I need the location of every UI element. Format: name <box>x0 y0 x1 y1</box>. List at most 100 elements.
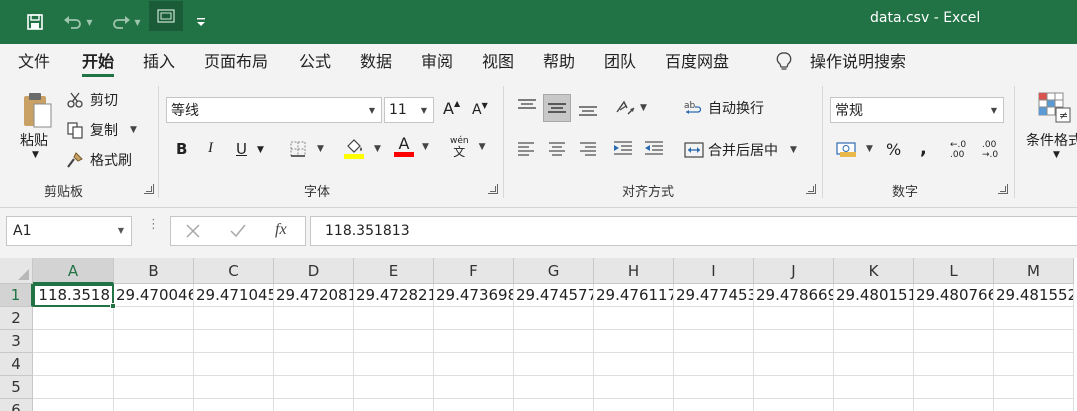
cell-e3[interactable] <box>354 330 434 353</box>
cell-d5[interactable] <box>274 376 354 399</box>
cell-g4[interactable] <box>514 353 594 376</box>
copy-chevron-down-icon[interactable]: ▼ <box>130 125 137 135</box>
cell-k5[interactable] <box>834 376 914 399</box>
percent-style-button[interactable]: % <box>886 140 901 159</box>
column-header-h[interactable]: H <box>594 258 674 284</box>
paste-icon[interactable] <box>18 88 56 132</box>
cell-m4[interactable] <box>994 353 1074 376</box>
font-color-button[interactable]: A ▼ <box>394 136 429 157</box>
row-header-2[interactable]: 2 <box>0 307 33 330</box>
cell-m3[interactable] <box>994 330 1074 353</box>
column-header-l[interactable]: L <box>914 258 994 284</box>
cell-l5[interactable] <box>914 376 994 399</box>
italic-button[interactable]: I <box>208 140 213 157</box>
row-header-3[interactable]: 3 <box>0 330 33 353</box>
cell-m2[interactable] <box>994 307 1074 330</box>
column-header-c[interactable]: C <box>194 258 274 284</box>
column-header-m[interactable]: M <box>994 258 1074 284</box>
font-launcher-icon[interactable] <box>488 184 498 194</box>
borders-button[interactable]: ▼ <box>289 140 324 158</box>
cell-a6[interactable] <box>33 399 114 411</box>
cell-c3[interactable] <box>194 330 274 353</box>
tab-home[interactable]: 开始 <box>82 44 115 80</box>
column-header-a[interactable]: A <box>33 258 114 284</box>
cell-i3[interactable] <box>674 330 754 353</box>
tab-team[interactable]: 团队 <box>604 44 636 80</box>
row-header-1[interactable]: 1 <box>0 284 33 307</box>
cell-j4[interactable] <box>754 353 834 376</box>
merge-chevron-down-icon[interactable]: ▼ <box>790 145 797 155</box>
formula-bar-grip-icon[interactable]: ⋮ <box>147 218 160 231</box>
align-left-icon[interactable] <box>516 140 536 156</box>
align-right-icon[interactable] <box>578 140 598 156</box>
orientation-button[interactable]: ▼ <box>614 98 647 118</box>
cell-g1[interactable]: 29.474577 <box>514 284 594 307</box>
increase-indent-icon[interactable] <box>643 140 665 156</box>
cell-i4[interactable] <box>674 353 754 376</box>
cell-f3[interactable] <box>434 330 514 353</box>
cell-j5[interactable] <box>754 376 834 399</box>
cell-b4[interactable] <box>114 353 194 376</box>
touch-mode-icon[interactable] <box>149 1 183 31</box>
cell-e6[interactable] <box>354 399 434 411</box>
column-header-g[interactable]: G <box>514 258 594 284</box>
enter-icon[interactable] <box>229 223 247 239</box>
column-header-j[interactable]: J <box>754 258 834 284</box>
tab-formulas[interactable]: 公式 <box>299 44 331 80</box>
save-icon[interactable] <box>22 8 48 36</box>
tab-review[interactable]: 审阅 <box>421 44 453 80</box>
increase-decimal-button[interactable]: ←.0 .00 <box>950 140 966 160</box>
cell-l6[interactable] <box>914 399 994 411</box>
cell-j3[interactable] <box>754 330 834 353</box>
cell-l1[interactable]: 29.480766 <box>914 284 994 307</box>
cell-b1[interactable]: 29.470046 <box>114 284 194 307</box>
name-box[interactable]: A1 ▼ <box>6 216 132 246</box>
font-size-select[interactable]: 11 ▼ <box>384 97 434 123</box>
column-header-d[interactable]: D <box>274 258 354 284</box>
cell-f2[interactable] <box>434 307 514 330</box>
cell-k4[interactable] <box>834 353 914 376</box>
tab-data[interactable]: 数据 <box>360 44 392 80</box>
underline-button[interactable]: U <box>236 140 247 158</box>
column-header-k[interactable]: K <box>834 258 914 284</box>
cell-h3[interactable] <box>594 330 674 353</box>
phonetic-guide-button[interactable]: wén 文 ▼ <box>450 136 486 158</box>
column-header-f[interactable]: F <box>434 258 514 284</box>
cell-g5[interactable] <box>514 376 594 399</box>
tab-help[interactable]: 帮助 <box>543 44 575 80</box>
cell-l4[interactable] <box>914 353 994 376</box>
paste-dropdown-chevron-icon[interactable]: ▼ <box>32 150 39 160</box>
cell-h2[interactable] <box>594 307 674 330</box>
cell-a3[interactable] <box>33 330 114 353</box>
cell-k1[interactable]: 29.480151 <box>834 284 914 307</box>
copy-button[interactable]: 复制 ▼ <box>66 120 137 140</box>
cell-a5[interactable] <box>33 376 114 399</box>
cell-l2[interactable] <box>914 307 994 330</box>
cell-l3[interactable] <box>914 330 994 353</box>
decrease-font-size-button[interactable]: A ▼ <box>472 101 488 119</box>
tell-me-search[interactable]: 操作说明搜索 <box>810 44 906 80</box>
cell-i5[interactable] <box>674 376 754 399</box>
name-box-chevron-down-icon[interactable]: ▼ <box>118 217 124 245</box>
cell-c6[interactable] <box>194 399 274 411</box>
cell-j1[interactable]: 29.478669 <box>754 284 834 307</box>
cell-b6[interactable] <box>114 399 194 411</box>
cell-h4[interactable] <box>594 353 674 376</box>
cell-e4[interactable] <box>354 353 434 376</box>
cell-k2[interactable] <box>834 307 914 330</box>
tab-file[interactable]: 文件 <box>18 44 50 80</box>
cell-g2[interactable] <box>514 307 594 330</box>
clipboard-launcher-icon[interactable] <box>144 184 154 194</box>
tab-page-layout[interactable]: 页面布局 <box>204 44 268 80</box>
cell-f5[interactable] <box>434 376 514 399</box>
cell-h1[interactable]: 29.476117 <box>594 284 674 307</box>
format-painter-button[interactable]: 格式刷 <box>66 150 132 170</box>
select-all-button[interactable] <box>0 258 33 284</box>
cell-e5[interactable] <box>354 376 434 399</box>
cut-button[interactable]: 剪切 <box>66 90 118 110</box>
cell-g6[interactable] <box>514 399 594 411</box>
cell-m6[interactable] <box>994 399 1074 411</box>
cell-m1[interactable]: 29.481552 <box>994 284 1074 307</box>
cell-e1[interactable]: 29.472821 <box>354 284 434 307</box>
cell-h6[interactable] <box>594 399 674 411</box>
